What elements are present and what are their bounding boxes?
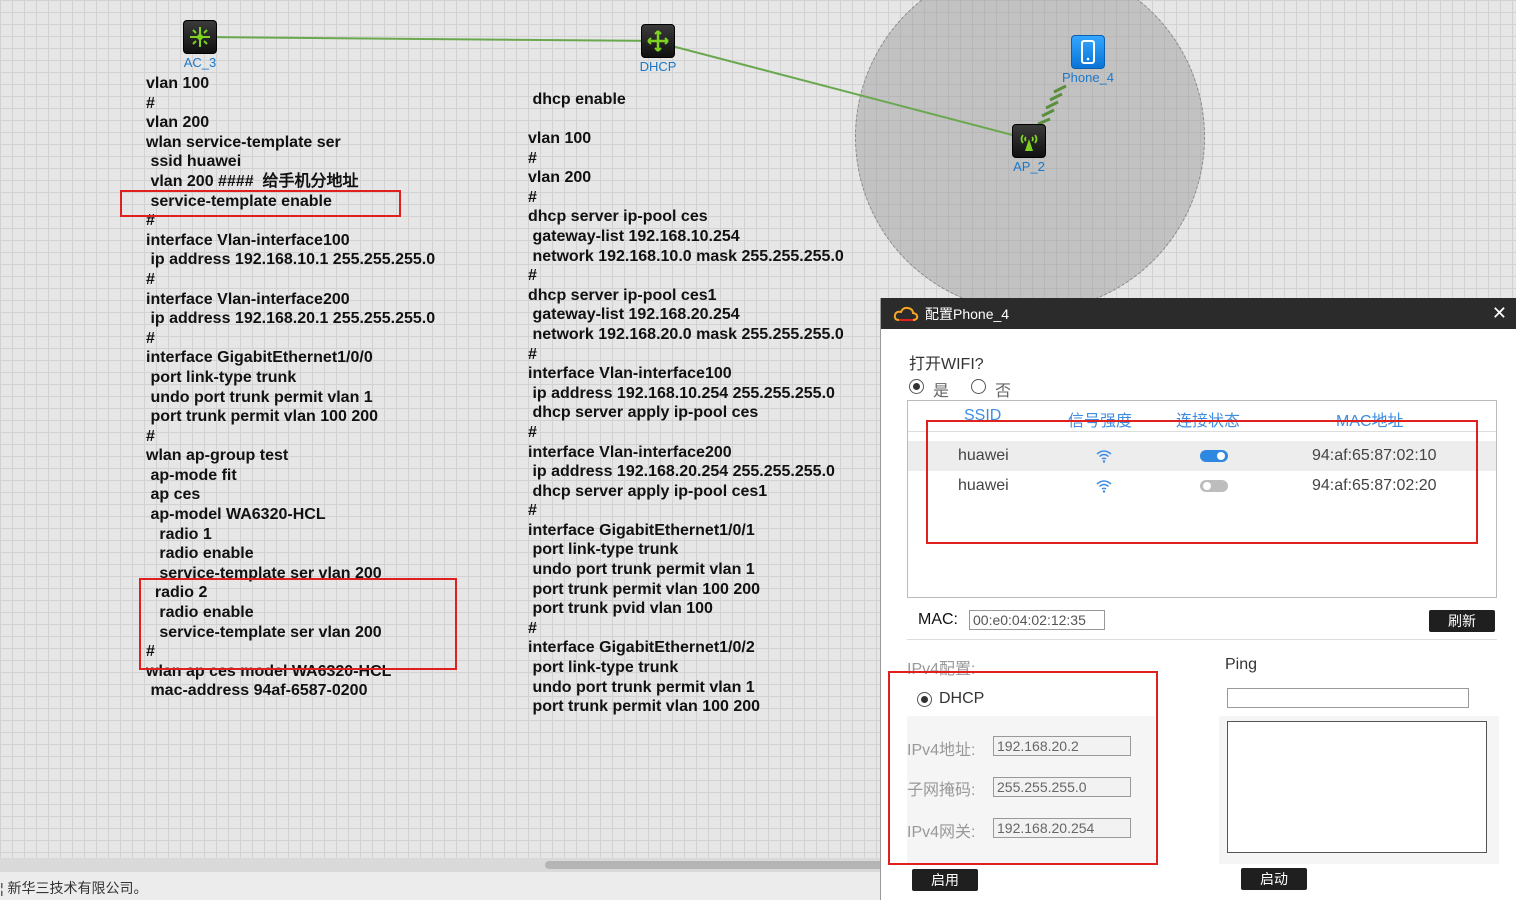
config-line: #: [528, 423, 537, 441]
dialog-title: 配置Phone_4: [925, 305, 1010, 322]
config-line: network 192.168.10.0 mask 255.255.255.0: [528, 247, 844, 265]
config-line: gateway-list 192.168.20.254: [528, 306, 740, 324]
config-line: undo port trunk permit vlan 1: [146, 388, 373, 406]
config-line: mac-address 94af-6587-0200: [146, 682, 368, 700]
config-line: interface Vlan-interface200: [146, 290, 350, 308]
device-label: DHCP: [639, 59, 677, 74]
config-line: port trunk permit vlan 100 200: [528, 580, 761, 598]
phone-config-dialog: 配置Phone_4 ✕ 打开WIFI? 是 否 SSID 信号强度 连接状态 M…: [880, 298, 1516, 900]
config-line: dhcp server ip-pool ces1: [528, 286, 717, 304]
config-line: interface GigabitEthernet1/0/2: [528, 639, 755, 657]
config-line: interface Vlan-interface200: [528, 443, 732, 461]
config-line: interface Vlan-interface100: [146, 231, 350, 249]
config-line: interface GigabitEthernet1/0/1: [528, 521, 755, 539]
config-line: port trunk pvid vlan 100: [528, 600, 713, 618]
device-dhcp[interactable]: DHCP: [618, 24, 698, 74]
horizontal-scrollbar-thumb[interactable]: [545, 861, 885, 869]
link-ac-dhcp: [199, 36, 659, 42]
mac-label: MAC:: [918, 611, 958, 628]
dhcp-config-head: dhcp enable: [528, 91, 626, 108]
access-point-icon: [1012, 124, 1046, 158]
config-line: vlan 200: [528, 169, 592, 187]
config-line: port link-type trunk: [528, 659, 679, 677]
device-ac3[interactable]: AC_3: [160, 20, 240, 70]
footer-copyright: ¦ 新华三技术有限公司。: [0, 872, 880, 900]
dhcp-config-text: vlan 100 # vlan 200 # dhcp server ip-pool ce…: [528, 129, 844, 717]
start-button[interactable]: 启动: [1241, 868, 1307, 890]
device-label: AC_3: [183, 55, 217, 70]
config-line: radio 1: [146, 525, 212, 543]
config-line: radio enable: [146, 545, 254, 563]
config-line: ip address 192.168.10.254 255.255.255.0: [528, 384, 835, 402]
config-line: dhcp server apply ip-pool ces: [528, 404, 759, 422]
section-divider: [907, 639, 1497, 640]
device-label: AP_2: [1013, 159, 1045, 174]
config-line: #: [146, 270, 155, 288]
config-line: port trunk permit vlan 100 200: [146, 408, 379, 426]
config-line: port link-type trunk: [146, 368, 297, 386]
highlight-box-service-template: [139, 578, 457, 670]
config-line: dhcp server apply ip-pool ces1: [528, 482, 768, 500]
close-icon[interactable]: ✕: [1492, 303, 1507, 324]
wifi-no-label: 否: [995, 383, 1012, 400]
config-line: ap ces: [146, 486, 201, 504]
config-line: ap-mode fit: [146, 466, 237, 484]
config-line: wlan service-template ser: [146, 133, 341, 151]
wireless-controller-icon: [183, 20, 217, 54]
config-line: #: [146, 94, 155, 112]
config-line: undo port trunk permit vlan 1: [528, 678, 755, 696]
config-line: ip address 192.168.20.1 255.255.255.0: [146, 310, 436, 328]
wifi-question-label: 打开WIFI?: [909, 356, 984, 373]
config-line: vlan 100: [146, 75, 210, 92]
config-line: #: [528, 188, 537, 206]
ping-output-area[interactable]: [1227, 721, 1487, 853]
highlight-box-vlan: [120, 190, 401, 217]
dialog-titlebar[interactable]: 配置Phone_4 ✕: [881, 298, 1516, 329]
wifi-no-radio[interactable]: [971, 379, 986, 394]
config-line: vlan 100: [528, 130, 592, 147]
device-phone4[interactable]: Phone_4: [1048, 35, 1128, 85]
wifi-yes-radio[interactable]: [909, 379, 924, 394]
config-line: gateway-list 192.168.10.254: [528, 227, 740, 245]
config-line: ap-model WA6320-HCL: [146, 506, 326, 524]
config-line: wlan ap-group test: [146, 447, 289, 465]
refresh-button[interactable]: 刷新: [1429, 610, 1495, 632]
config-line: undo port trunk permit vlan 1: [528, 561, 755, 579]
config-line: #: [146, 329, 155, 347]
config-line: vlan 200: [146, 114, 210, 132]
config-line: ip address 192.168.20.254 255.255.255.0: [528, 463, 835, 481]
config-line: port trunk permit vlan 100 200: [528, 698, 761, 716]
config-line: vlan 200 #### 给手机分地址: [146, 172, 359, 190]
config-line: #: [528, 149, 537, 167]
config-line: dhcp server ip-pool ces: [528, 208, 708, 226]
link-dhcp-ap: [667, 44, 1025, 139]
config-line: #: [146, 427, 155, 445]
config-line: network 192.168.20.0 mask 255.255.255.0: [528, 325, 844, 343]
config-line: #: [528, 619, 537, 637]
router-icon: [641, 24, 675, 58]
mac-field[interactable]: 00:e0:04:02:12:35: [969, 610, 1105, 630]
config-line: ssid huawei: [146, 153, 242, 171]
config-line: ip address 192.168.10.1 255.255.255.0: [146, 251, 436, 269]
config-line: #: [528, 267, 537, 285]
highlight-box-wifi-list: [926, 420, 1478, 544]
config-line: #: [528, 502, 537, 520]
smartphone-icon: [1071, 35, 1105, 69]
config-line: port link-type trunk: [528, 541, 679, 559]
config-line: interface Vlan-interface100: [528, 365, 732, 383]
device-ap2[interactable]: AP_2: [989, 124, 1069, 174]
cloud-logo-icon: [893, 306, 919, 321]
config-line: #: [528, 345, 537, 363]
config-line: interface GigabitEthernet1/0/0: [146, 349, 373, 367]
ping-target-input[interactable]: [1227, 688, 1469, 708]
highlight-box-ipv4: [888, 671, 1158, 865]
ping-heading: Ping: [1225, 656, 1258, 673]
apply-button[interactable]: 启用: [912, 869, 978, 891]
wifi-yes-label: 是: [933, 383, 950, 400]
device-label: Phone_4: [1061, 70, 1115, 85]
